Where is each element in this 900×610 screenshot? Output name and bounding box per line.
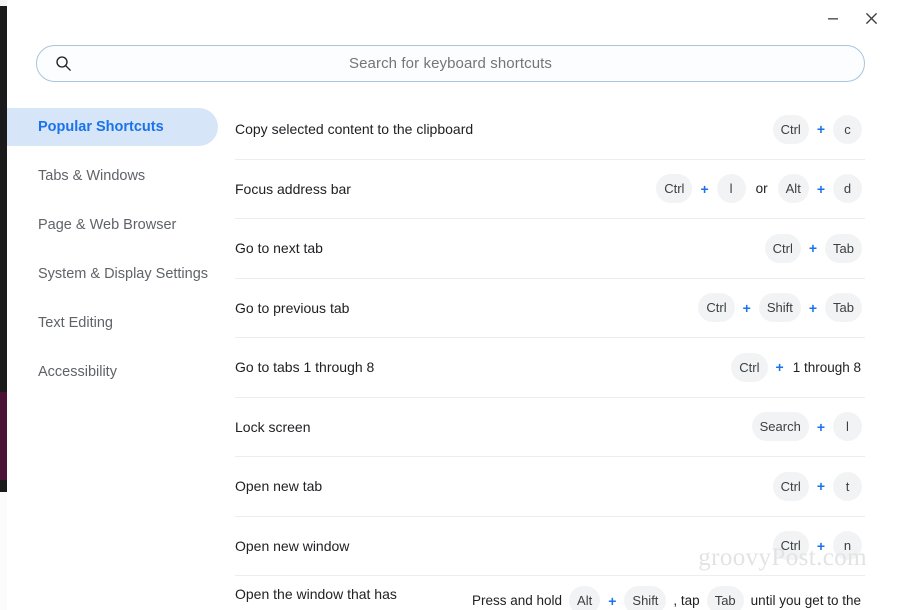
shortcut-description: Open new window: [235, 537, 350, 554]
key-cap: Ctrl: [698, 293, 735, 323]
key-cap: Ctrl: [731, 352, 768, 382]
key-cap: c: [833, 114, 862, 144]
sidebar-item-label: Page & Web Browser: [38, 217, 177, 233]
sidebar-item-label: Accessibility: [38, 364, 117, 380]
window-left-edge-top: [0, 0, 7, 6]
sidebar-item-text-editing[interactable]: Text Editing: [7, 304, 218, 342]
window-left-edge-accent: [0, 392, 7, 480]
minimize-icon: [826, 11, 840, 25]
key-cap: t: [833, 471, 862, 501]
key-cap: Tab: [825, 293, 862, 323]
key-cap: Ctrl: [656, 174, 693, 204]
shortcut-description: Open the window that has: [235, 586, 397, 602]
content-area: Popular Shortcuts Tabs & Windows Page & We…: [7, 100, 900, 610]
search-bar[interactable]: [36, 45, 865, 82]
shortcut-row: Open new tab Ctrl + t: [235, 457, 865, 517]
sidebar-item-system-and-display-settings[interactable]: System & Display Settings: [7, 255, 218, 293]
shortcut-keys: Search + l: [749, 412, 865, 442]
shortcut-keys: Press and hold Alt + Shift , tap Tab until you…: [468, 576, 865, 610]
plus-separator: +: [816, 478, 825, 495]
plus-separator: +: [742, 299, 751, 316]
shortcut-description: Go to tabs 1 through 8: [235, 359, 375, 376]
shortcut-row: Go to previous tab Ctrl + Shift + Tab: [235, 279, 865, 338]
plus-separator: +: [816, 537, 825, 554]
key-cap: Alt: [569, 586, 601, 610]
key-cap: Alt: [777, 174, 809, 204]
key-cap: Shift: [758, 293, 801, 323]
sidebar-item-label: Popular Shortcuts: [38, 119, 164, 135]
plus-separator: +: [816, 121, 825, 138]
sidebar-item-label: Tabs & Windows: [38, 168, 146, 184]
shortcut-plain-text: until you get to the: [750, 593, 861, 608]
key-cap: d: [833, 174, 862, 204]
plus-separator: +: [775, 359, 784, 376]
shortcut-description: Go to previous tab: [235, 299, 350, 316]
shortcut-row: Copy selected content to the clipboard Ct…: [235, 100, 865, 160]
key-cap: Ctrl: [764, 233, 801, 263]
search-input[interactable]: [37, 55, 864, 72]
plus-separator: +: [608, 592, 617, 609]
plus-separator: +: [816, 418, 825, 435]
shortcut-keys: Ctrl + n: [770, 531, 865, 561]
keyboard-shortcuts-window: Popular Shortcuts Tabs & Windows Page & We…: [0, 0, 900, 610]
sidebar-item-page-and-web-browser[interactable]: Page & Web Browser: [7, 206, 218, 244]
shortcut-keys: Ctrl + t: [770, 471, 865, 501]
sidebar-item-label: Text Editing: [38, 315, 113, 331]
sidebar-item-popular-shortcuts[interactable]: Popular Shortcuts: [7, 108, 218, 146]
shortcut-row: Open new window Ctrl + n: [235, 517, 865, 576]
shortcut-keys: Ctrl + Shift + Tab: [695, 293, 865, 323]
shortcut-plain-text: , tap: [673, 593, 700, 608]
key-cap: Ctrl: [772, 531, 809, 561]
titlebar: [7, 0, 900, 36]
shortcut-description: Focus address bar: [235, 180, 351, 197]
close-icon: [864, 11, 879, 26]
plus-separator: +: [816, 180, 825, 197]
key-cap: n: [833, 531, 862, 561]
sidebar-item-tabs-and-windows[interactable]: Tabs & Windows: [7, 157, 218, 195]
window-left-edge-lower: [0, 492, 7, 610]
shortcut-row: Go to tabs 1 through 8 Ctrl +1 through 8: [235, 338, 865, 398]
shortcut-row: Focus address bar Ctrl + l or Alt + d: [235, 160, 865, 219]
shortcut-keys: Ctrl + Tab: [762, 233, 865, 263]
shortcut-keys: Ctrl +1 through 8: [728, 352, 865, 382]
search-bar-container: [36, 45, 865, 82]
search-icon: [54, 55, 72, 73]
plus-separator: +: [808, 299, 818, 316]
shortcut-description: Lock screen: [235, 418, 311, 435]
key-cap: l: [716, 174, 746, 204]
sidebar-item-label: System & Display Settings: [38, 266, 209, 282]
shortcut-description: Go to next tab: [235, 240, 323, 257]
plus-separator: +: [808, 240, 818, 257]
key-cap: Ctrl: [772, 471, 809, 501]
key-cap: l: [833, 412, 862, 442]
shortcut-description: Open new tab: [235, 478, 323, 495]
sidebar-item-accessibility[interactable]: Accessibility: [7, 353, 218, 391]
shortcut-keys: Ctrl + l or Alt + d: [653, 174, 865, 204]
minimize-button[interactable]: [814, 1, 852, 35]
key-cap: Search: [751, 412, 809, 442]
key-cap: Shift: [624, 586, 667, 610]
shortcut-list: Copy selected content to the clipboard Ct…: [230, 100, 900, 610]
sidebar: Popular Shortcuts Tabs & Windows Page & We…: [7, 100, 230, 610]
shortcut-keys: Ctrl + c: [770, 114, 865, 144]
key-cap: Tab: [706, 586, 744, 610]
key-cap: Ctrl: [772, 114, 809, 144]
plus-separator: +: [700, 180, 709, 197]
shortcut-description: Copy selected content to the clipboard: [235, 121, 474, 138]
shortcut-row: Lock screen Search + l: [235, 398, 865, 457]
shortcut-plain-text: Press and hold: [471, 593, 563, 608]
shortcut-row: Open the window that has Press and hold Al…: [235, 576, 865, 610]
shortcut-plain-text: 1 through 8: [792, 359, 861, 375]
shortcut-row: Go to next tab Ctrl + Tab: [235, 219, 865, 279]
or-separator: or: [755, 181, 768, 197]
key-cap: Tab: [825, 233, 862, 263]
close-button[interactable]: [852, 1, 890, 35]
